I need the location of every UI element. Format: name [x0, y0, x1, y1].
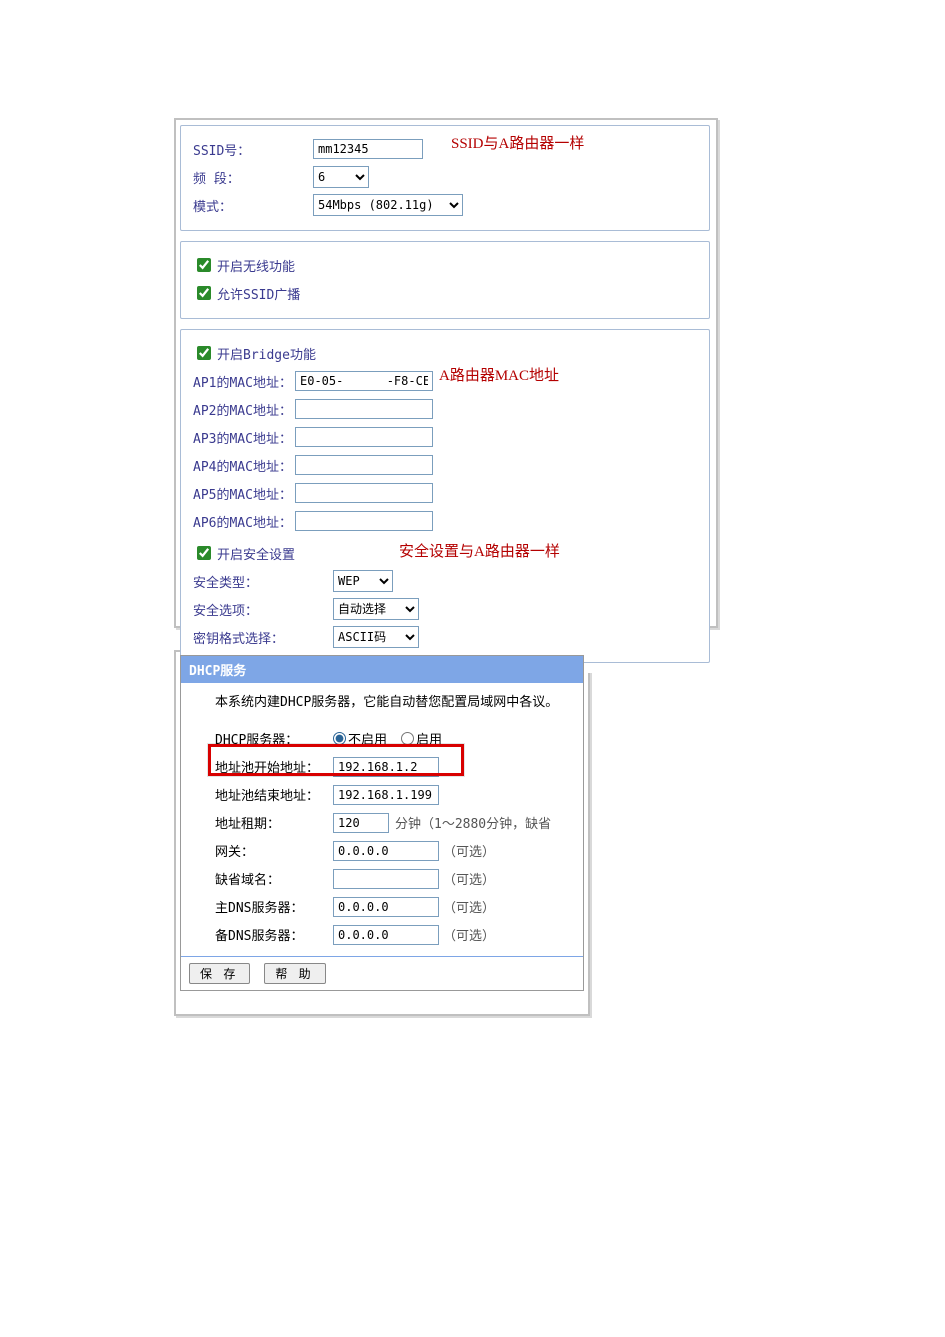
enable-security-label: 开启安全设置	[217, 544, 295, 563]
allow-ssid-broadcast-checkbox[interactable]	[197, 286, 211, 300]
channel-label: 频 段：	[193, 168, 313, 187]
dns2-input[interactable]	[333, 925, 439, 945]
dns1-optional: （可选）	[443, 897, 495, 916]
help-button[interactable]: 帮 助	[264, 963, 325, 984]
annotation-security: 安全设置与A路由器一样	[399, 540, 560, 561]
mode-label: 模式：	[193, 196, 313, 215]
security-type-label: 安全类型：	[193, 572, 333, 591]
dhcp-server-row: DHCP服务器： 不启用 启用	[215, 726, 573, 752]
dhcp-server-label: DHCP服务器：	[215, 729, 333, 748]
enable-bridge-checkbox[interactable]	[197, 346, 211, 360]
ssid-input[interactable]	[313, 139, 423, 159]
ssid-label: SSID号：	[193, 140, 313, 159]
dhcp-panel: DHCP服务 本系统内建DHCP服务器，它能自动替您配置局域网中各议。 DHCP…	[180, 655, 584, 991]
dhcp-enable-label: 启用	[416, 729, 442, 748]
ap1-mac-label: AP1的MAC地址：	[193, 372, 295, 391]
enable-wireless-checkbox[interactable]	[197, 258, 211, 272]
pool-end-input[interactable]	[333, 785, 439, 805]
dhcp-description: 本系统内建DHCP服务器，它能自动替您配置局域网中各议。	[215, 693, 573, 714]
mode-select[interactable]: 54Mbps (802.11g)	[313, 194, 463, 216]
security-option-label: 安全选项：	[193, 600, 333, 619]
pool-start-input[interactable]	[333, 757, 439, 777]
domain-optional: （可选）	[443, 869, 495, 888]
dhcp-disable-radio[interactable]	[333, 732, 346, 745]
pool-start-label: 地址池开始地址：	[215, 757, 333, 776]
lease-input[interactable]	[333, 813, 389, 833]
dns1-label: 主DNS服务器：	[215, 897, 333, 916]
pool-end-label: 地址池结束地址：	[215, 785, 333, 804]
security-type-select[interactable]: WEP	[333, 570, 393, 592]
key-format-select[interactable]: ASCII码	[333, 626, 419, 648]
enable-wireless-label: 开启无线功能	[217, 256, 295, 275]
channel-row: 频 段： 6	[193, 164, 697, 190]
dhcp-header: DHCP服务	[181, 656, 583, 683]
domain-label: 缺省域名：	[215, 869, 333, 888]
ap1-mac-input[interactable]	[295, 371, 433, 391]
domain-input[interactable]	[333, 869, 439, 889]
dns2-optional: （可选）	[443, 925, 495, 944]
ap3-mac-input[interactable]	[295, 427, 433, 447]
wireless-enable-group: 开启无线功能 允许SSID广播	[180, 241, 710, 319]
key-format-label: 密钥格式选择：	[193, 628, 333, 647]
dhcp-enable-radio[interactable]	[401, 732, 414, 745]
gateway-optional: （可选）	[443, 841, 495, 860]
gateway-label: 网关：	[215, 841, 333, 860]
dns1-input[interactable]	[333, 897, 439, 917]
ap5-mac-input[interactable]	[295, 483, 433, 503]
save-button[interactable]: 保 存	[189, 963, 250, 984]
security-option-select[interactable]: 自动选择	[333, 598, 419, 620]
gateway-input[interactable]	[333, 841, 439, 861]
annotation-mac: A路由器MAC地址	[439, 364, 559, 385]
allow-ssid-broadcast-label: 允许SSID广播	[217, 284, 300, 303]
enable-security-checkbox[interactable]	[197, 546, 211, 560]
dhcp-disable-label: 不启用	[348, 729, 387, 748]
annotation-ssid: SSID与A路由器一样	[451, 132, 584, 153]
ap4-mac-input[interactable]	[295, 455, 433, 475]
ap5-mac-label: AP5的MAC地址：	[193, 484, 295, 503]
ap2-mac-label: AP2的MAC地址：	[193, 400, 295, 419]
ap3-mac-label: AP3的MAC地址：	[193, 428, 295, 447]
enable-bridge-label: 开启Bridge功能	[217, 344, 316, 363]
mode-row: 模式： 54Mbps (802.11g)	[193, 192, 697, 218]
ap6-mac-label: AP6的MAC地址：	[193, 512, 295, 531]
channel-select[interactable]: 6	[313, 166, 369, 188]
ap4-mac-label: AP4的MAC地址：	[193, 456, 295, 475]
dns2-label: 备DNS服务器：	[215, 925, 333, 944]
ap6-mac-input[interactable]	[295, 511, 433, 531]
bridge-security-group: 开启Bridge功能 AP1的MAC地址： AP2的MAC地址： AP3的MAC…	[180, 329, 710, 663]
lease-label: 地址租期：	[215, 813, 333, 832]
ssid-row: SSID号：	[193, 136, 697, 162]
wireless-basic-group: SSID号： 频 段： 6 模式： 54Mbps (802.11g) SSID与…	[180, 125, 710, 231]
ap2-mac-input[interactable]	[295, 399, 433, 419]
lease-hint: 分钟（1～2880分钟，缺省	[395, 813, 551, 832]
